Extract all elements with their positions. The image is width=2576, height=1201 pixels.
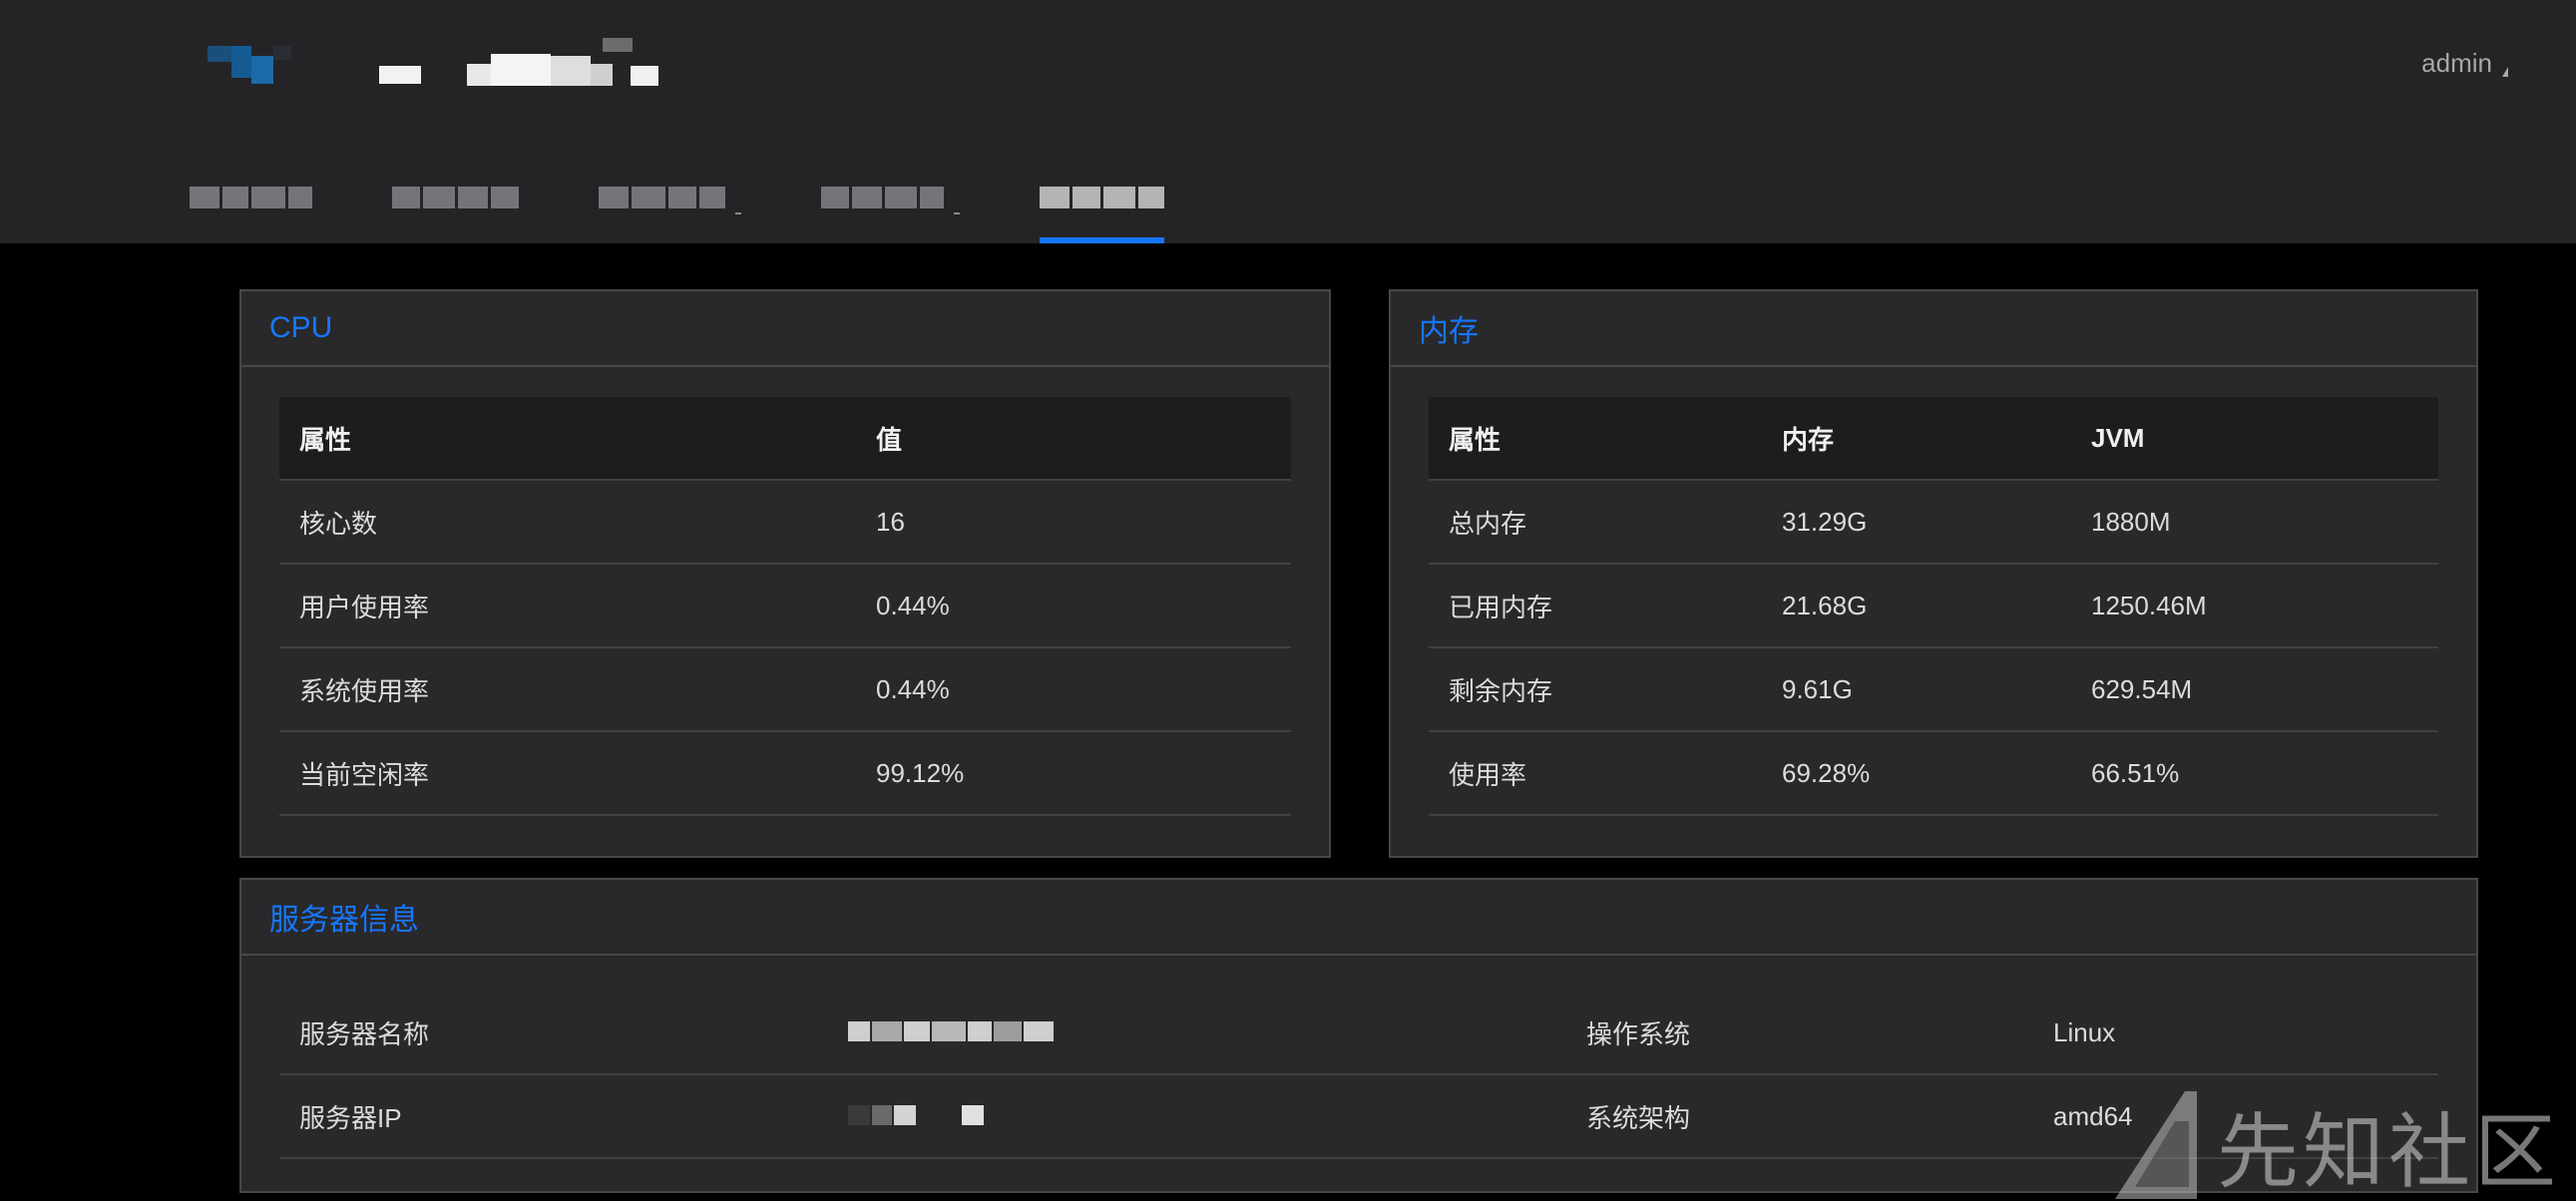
table-cell: 系统使用率 [299,675,430,706]
table-cell: 0.44% [876,673,950,704]
nav-item-1[interactable] [190,176,312,243]
nav-item-2[interactable] [392,176,519,243]
nav-item-label-redacted [392,184,519,211]
column-header: JVM [2091,422,2145,453]
dropdown-indicator-icon [954,212,960,214]
main-nav [190,176,1244,243]
table-cell: 系统架构 [1586,1102,1691,1133]
table-cell: 已用内存 [1449,592,1553,622]
memory-table: 属性 内存 JVM 总内存 31.29G 1880M 已用内存 21.68G 1… [1429,397,2438,816]
server-ip-value-redacted [828,1101,1566,1132]
memory-panel: 内存 属性 内存 JVM 总内存 31.29G 1880M 已用内存 21.68… [1389,289,2478,858]
table-cell: Linux [2053,1016,2116,1047]
redacted-text [848,1104,984,1125]
server-name-value-redacted [828,1017,1566,1048]
column-header: 属性 [1449,424,1502,455]
server-info-panel-title: 服务器信息 [241,880,2476,956]
table-cell: 服务器名称 [299,1018,430,1049]
app-logo[interactable] [208,38,666,92]
cpu-panel: CPU 属性 值 核心数 16 用户使用率 0.44% 系统使用率 0.44% … [239,289,1331,858]
table-cell: 9.61G [1782,673,1853,704]
table-cell: 66.51% [2091,757,2180,788]
watermark-logo-icon [2115,1090,2197,1199]
nav-item-label-redacted [190,184,312,211]
table-cell: 当前空闲率 [299,759,430,790]
table-row: 核心数 16 [279,481,1291,565]
column-header: 属性 [299,424,352,455]
table-row: 系统使用率 0.44% [279,648,1291,732]
table-cell: 剩余内存 [1449,675,1553,706]
table-cell: 1250.46M [2091,590,2207,620]
column-header: 内存 [1782,424,1835,455]
table-cell: 0.44% [876,590,950,620]
memory-panel-title: 内存 [1391,291,2476,367]
table-cell: 16 [876,506,905,537]
caret-down-icon [2502,66,2508,77]
table-cell: 总内存 [1449,508,1527,539]
nav-item-label-redacted [599,184,725,211]
cpu-panel-title: CPU [241,291,1329,367]
user-name: admin [2421,48,2492,78]
cpu-table: 属性 值 核心数 16 用户使用率 0.44% 系统使用率 0.44% 当前空闲… [279,397,1291,816]
table-header-row: 属性 内存 JVM [1429,397,2438,481]
table-cell: 629.54M [2091,673,2193,704]
table-header-row: 属性 值 [279,397,1291,481]
redacted-text [848,1020,1054,1041]
top-bar: admin [0,0,2576,243]
watermark: 先知社区 [2115,1085,2560,1201]
table-cell: 操作系统 [1586,1018,1691,1049]
table-cell: 核心数 [299,508,378,539]
user-menu[interactable]: admin [2421,48,2508,79]
table-row: 总内存 31.29G 1880M [1429,481,2438,565]
table-cell: 99.12% [876,757,965,788]
table-cell: 1880M [2091,506,2171,537]
dropdown-indicator-icon [735,212,741,214]
table-row: 当前空闲率 99.12% [279,732,1291,816]
nav-item-label-redacted [821,184,944,211]
table-row: 用户使用率 0.44% [279,565,1291,648]
table-cell: 使用率 [1449,759,1527,790]
nav-item-3[interactable] [599,176,741,243]
nav-item-4[interactable] [821,176,960,243]
table-cell: 31.29G [1782,506,1868,537]
table-cell: 用户使用率 [299,592,430,622]
column-header: 值 [876,424,903,455]
table-row: 服务器名称 操作系统 Linux [279,992,2438,1075]
table-cell: 服务器IP [299,1102,402,1133]
table-row: 剩余内存 9.61G 629.54M [1429,648,2438,732]
table-cell: 21.68G [1782,590,1868,620]
nav-item-5-active[interactable] [1040,176,1164,243]
watermark-text: 先知社区 [2217,1105,2561,1200]
table-row: 使用率 69.28% 66.51% [1429,732,2438,816]
table-row: 已用内存 21.68G 1250.46M [1429,565,2438,648]
nav-item-label-redacted [1040,184,1164,211]
table-cell: 69.28% [1782,757,1871,788]
